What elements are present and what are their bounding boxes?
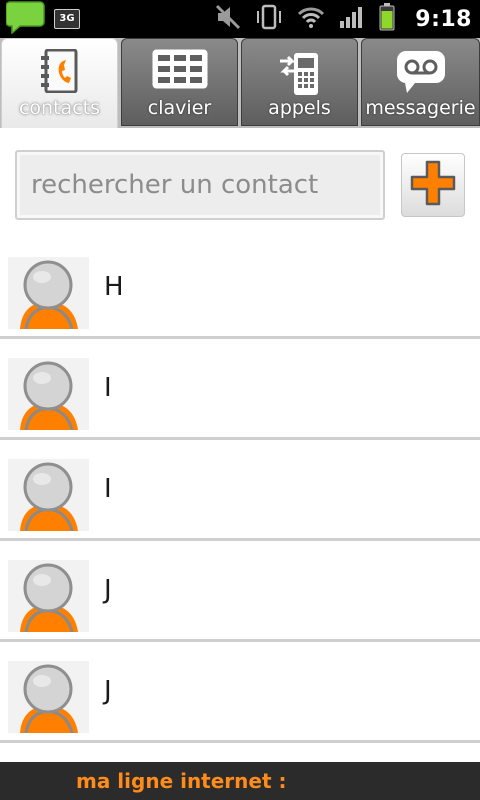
add-contact-button[interactable] [401,153,465,217]
tab-messagerie-label: messagerie [365,97,476,119]
search-row [0,128,480,238]
contact-name: J [104,676,112,706]
tab-appels[interactable]: appels [241,38,358,126]
contact-row[interactable]: H [0,238,480,339]
keypad-icon [122,49,237,93]
status-bar: 3G 9:18 [0,0,480,38]
contact-row[interactable]: I [0,440,480,541]
contact-name: I [104,474,112,504]
plus-icon [408,158,458,212]
status-bar-right: 9:18 [215,0,472,38]
footer-bar[interactable]: ma ligne internet : [0,762,480,800]
status-time: 9:18 [415,6,472,32]
avatar [8,358,89,430]
tab-contacts-label: contacts [18,97,100,119]
tab-clavier[interactable]: clavier [121,38,238,126]
avatar [8,560,89,632]
contact-row[interactable]: J [0,642,480,743]
contact-name: H [104,272,124,302]
footer-internet-line-label: ma ligne internet : [76,769,287,793]
vibrate-icon [255,4,283,34]
voicemail-icon [362,49,479,93]
wifi-icon [297,5,325,33]
contact-name: I [104,373,112,403]
tab-appels-label: appels [268,97,331,119]
avatar [8,459,89,531]
avatar [8,257,89,329]
network-type-badge: 3G [54,9,80,29]
contact-list: H I I J J [0,238,480,762]
contact-row[interactable]: I [0,339,480,440]
tab-contacts[interactable]: contacts [1,38,118,128]
signal-icon [339,5,365,33]
tab-bar: contacts clavier appels messagerie [0,38,480,166]
battery-icon [379,3,395,35]
status-bar-left: 3G [5,0,80,38]
mute-icon [215,4,241,34]
call-log-icon [242,49,357,95]
tab-clavier-label: clavier [147,97,212,119]
avatar [8,661,89,733]
search-contact-input[interactable] [15,150,385,220]
contact-name: J [104,575,112,605]
address-book-icon [2,49,117,93]
tab-messagerie[interactable]: messagerie [361,38,480,126]
contact-row[interactable]: J [0,541,480,642]
chat-notification-icon [5,0,46,38]
